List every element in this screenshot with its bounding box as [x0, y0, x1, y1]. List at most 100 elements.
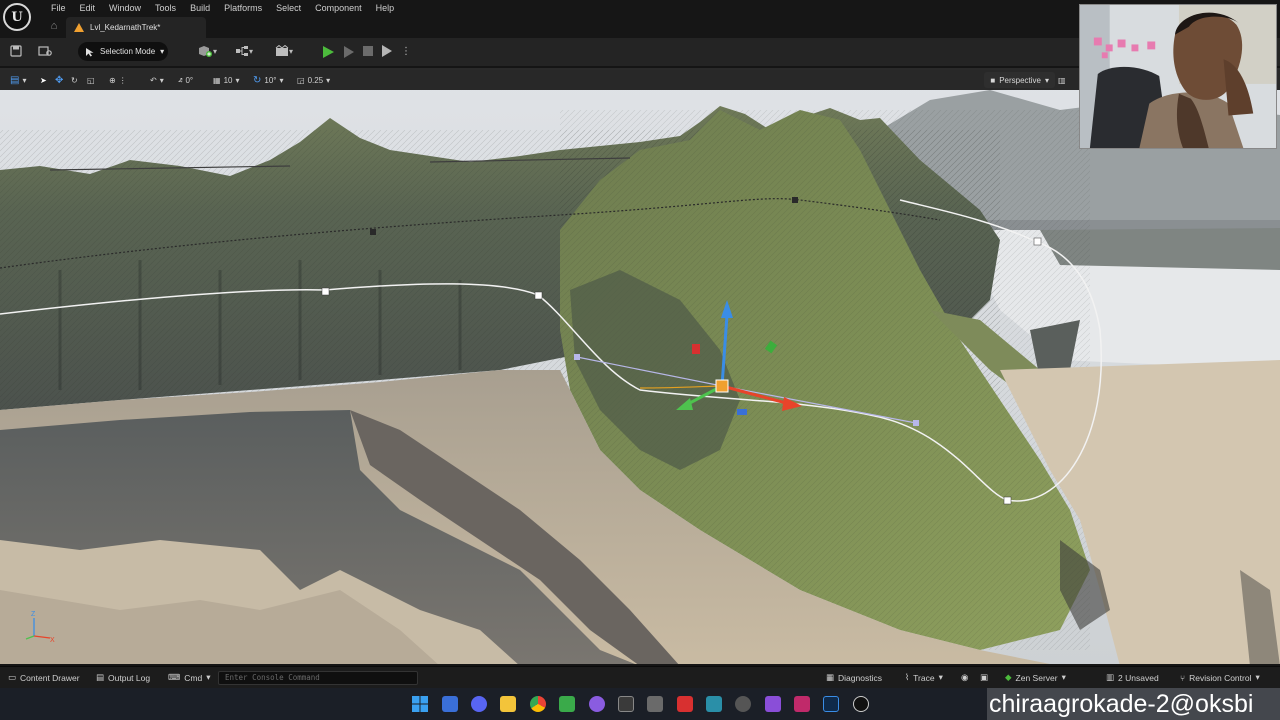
viewport-menu-icon: ▤	[10, 74, 20, 86]
scale-snap-button[interactable]: ◲ 0.25 ▾	[297, 73, 330, 87]
chrome-icon[interactable]	[530, 696, 546, 712]
stop-button[interactable]	[363, 46, 373, 56]
content-browse-icon[interactable]	[38, 44, 52, 58]
unreal-engine-taskbar-icon[interactable]	[853, 696, 869, 712]
tab-level[interactable]: Lvl_KedarnathTrek*	[66, 17, 206, 38]
menu-build[interactable]: Build	[183, 1, 217, 15]
main-menu: File Edit Window Tools Build Platforms S…	[44, 1, 401, 15]
scale-snap-value: 0.25	[307, 75, 324, 85]
rotation-snap-value: 0°	[185, 75, 194, 85]
console-command-input[interactable]: Enter Console Command	[218, 671, 418, 685]
screenshot-icon[interactable]: ▣	[980, 672, 988, 683]
unsaved-button[interactable]: ▥ 2 Unsaved	[1106, 672, 1159, 683]
level-viewport[interactable]: ▤ ▾ ➤ ✥ ↻ ◱ ⊕ ⋮ ↶ ▾ ⦨ 0° ▦ 10 ▾ ↻ 10° ▾ ◲ 0…	[0, 68, 1280, 664]
server-icon: ◆	[1005, 672, 1012, 682]
menu-platforms[interactable]: Platforms	[217, 1, 269, 15]
app-red-icon[interactable]	[677, 696, 693, 712]
surface-snap-button[interactable]: ↶ ▾	[150, 73, 164, 87]
webcam-overlay	[1079, 4, 1277, 149]
mail-app-icon[interactable]	[442, 696, 458, 712]
davinci-icon[interactable]	[794, 696, 810, 712]
file-explorer-icon[interactable]	[500, 696, 516, 712]
save-icon[interactable]	[10, 44, 22, 58]
photoshop-icon[interactable]	[823, 696, 839, 712]
home-icon[interactable]: ⌂	[48, 20, 60, 32]
visual-studio-icon[interactable]	[765, 696, 781, 712]
diagnostics-icon: ▦	[826, 672, 835, 682]
more-options-icon[interactable]: ⋮	[401, 44, 411, 58]
play-options-button[interactable]	[382, 45, 392, 57]
step-button[interactable]	[344, 46, 354, 58]
copilot-icon[interactable]	[735, 696, 751, 712]
menu-component[interactable]: Component	[308, 1, 369, 15]
cinematics-icon[interactable]: ▾	[272, 44, 296, 58]
menu-help[interactable]: Help	[369, 1, 402, 15]
app-3d-icon[interactable]	[706, 696, 722, 712]
translate-tool-icon[interactable]: ✥	[55, 73, 63, 87]
chevron-down-icon: ▾	[1255, 672, 1260, 682]
layout-icon[interactable]: ▥	[1058, 73, 1066, 87]
selection-arrow-icon	[86, 47, 94, 56]
grid-snap-button[interactable]: ▦ 10 ▾	[213, 73, 239, 87]
drawer-icon: ▭	[8, 672, 17, 682]
revision-control-label: Revision Control	[1189, 672, 1252, 683]
zen-server-dropdown[interactable]: ◆ Zen Server ▾	[1005, 672, 1066, 683]
blueprint-icon[interactable]: ▾	[232, 44, 256, 58]
axis-indicator: Z X	[25, 611, 55, 644]
scale-snap-icon: ◲	[297, 75, 305, 85]
terminal-app-icon[interactable]	[618, 696, 634, 712]
scale-icon: ◱	[87, 75, 95, 85]
viewport-scene[interactable]	[0, 70, 1280, 664]
rotation-snap-button[interactable]: ⦨ 0°	[178, 73, 193, 87]
select-tool-icon[interactable]: ➤	[40, 73, 47, 87]
github-icon[interactable]	[589, 696, 605, 712]
rotate-snap-icon: ↻	[253, 74, 262, 86]
chevron-down-icon: ▾	[1044, 75, 1049, 85]
viewport-options-button[interactable]: ▤ ▾	[10, 73, 26, 87]
selection-mode-dropdown[interactable]: Selection Mode ▾	[78, 42, 168, 61]
revision-icon: ⑂	[1180, 672, 1186, 683]
menu-edit[interactable]: Edit	[73, 1, 103, 15]
windows-start-icon[interactable]	[412, 696, 428, 712]
output-log-button[interactable]: ▤ Output Log	[96, 672, 150, 683]
trace-dropdown[interactable]: ⌇ Trace ▾	[905, 672, 943, 683]
trace-label: Trace	[913, 672, 935, 683]
record-icon[interactable]: ◉	[961, 672, 968, 683]
grid-snap-value: 10	[223, 75, 233, 85]
angle-snap-button[interactable]: ↻ 10° ▾	[253, 73, 284, 87]
world-local-toggle[interactable]: ⊕ ⋮	[109, 73, 127, 87]
snipping-tool-icon[interactable]	[647, 696, 663, 712]
menu-select[interactable]: Select	[269, 1, 308, 15]
cmd-dropdown[interactable]: ⌨ Cmd ▾	[168, 672, 211, 683]
chevron-down-icon: ▾	[22, 75, 27, 85]
trace-icon: ⌇	[905, 672, 910, 682]
play-button[interactable]	[323, 46, 334, 58]
rotate-icon: ↻	[71, 75, 78, 85]
status-bar: ▭ Content Drawer ▤ Output Log ⌨ Cmd ▾ En…	[0, 666, 1280, 688]
discord-icon[interactable]	[471, 696, 487, 712]
level-icon	[74, 23, 84, 32]
log-icon: ▤	[96, 672, 105, 682]
select-arrow-icon: ➤	[40, 75, 47, 85]
rotate-tool-icon[interactable]: ↻	[71, 73, 78, 87]
content-drawer-label: Content Drawer	[20, 672, 80, 683]
menu-tools[interactable]: Tools	[148, 1, 183, 15]
menu-window[interactable]: Window	[102, 1, 148, 15]
terminal-icon: ⌨	[168, 672, 181, 682]
selection-mode-label: Selection Mode	[100, 47, 156, 56]
notepad-icon[interactable]	[559, 696, 575, 712]
cmd-label: Cmd	[184, 672, 203, 683]
angle-snap-icon: ⦨	[178, 75, 183, 84]
zen-server-label: Zen Server	[1015, 672, 1058, 683]
chevron-down-icon: ▾	[1061, 672, 1066, 682]
menu-file[interactable]: File	[44, 1, 73, 15]
add-actor-icon[interactable]: ▾	[196, 44, 218, 58]
scale-tool-icon[interactable]: ◱	[87, 73, 95, 87]
perspective-dropdown[interactable]: ■ Perspective ▾	[984, 72, 1055, 88]
level-tab-label: Lvl_KedarnathTrek*	[90, 23, 161, 32]
perspective-label: Perspective	[999, 75, 1041, 85]
chevron-down-icon: ▾	[160, 47, 165, 56]
diagnostics-button[interactable]: ▦ Diagnostics	[826, 672, 882, 683]
content-drawer-button[interactable]: ▭ Content Drawer	[8, 672, 80, 683]
revision-control-dropdown[interactable]: ⑂ Revision Control ▾	[1180, 672, 1260, 683]
